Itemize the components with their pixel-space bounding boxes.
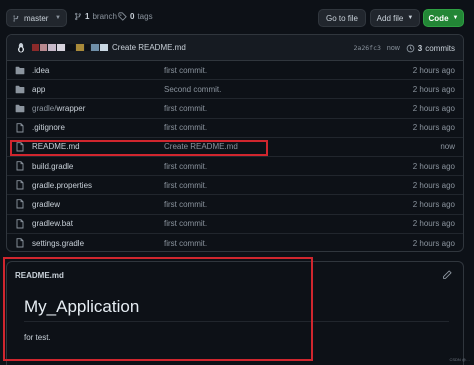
file-row-app[interactable]: app Second commit. 2 hours ago — [7, 80, 463, 100]
file-age: 2 hours ago — [412, 199, 455, 209]
file-commit-message[interactable]: Create README.md — [164, 142, 238, 151]
file-age: 2 hours ago — [412, 219, 455, 229]
watermark: CSDN @… — [449, 357, 470, 362]
file-name[interactable]: gradlew.bat — [32, 219, 73, 228]
chevron-down-icon: ▼ — [407, 15, 414, 21]
folder-icon — [15, 65, 25, 75]
file-name[interactable]: build.gradle — [32, 162, 73, 171]
file-age: 2 hours ago — [412, 123, 455, 133]
file-commit-message[interactable]: first commit. — [164, 219, 207, 228]
divider — [24, 321, 449, 322]
file-icon — [15, 142, 25, 152]
go-to-file-label: Go to file — [325, 13, 358, 23]
branches-label: branch — [92, 12, 117, 21]
file-row-settings-gradle[interactable]: settings.gradle first commit. 2 hours ag… — [7, 234, 463, 251]
file-row-gradlew[interactable]: gradlew first commit. 2 hours ago — [7, 195, 463, 215]
commit-sha[interactable]: 2a26fc3 — [354, 44, 381, 52]
file-commit-message[interactable]: first commit. — [164, 162, 207, 171]
file-icon — [15, 238, 25, 248]
tags-count: 0 — [130, 12, 135, 21]
file-row-gradlew-bat[interactable]: gradlew.bat first commit. 2 hours ago — [7, 215, 463, 234]
chevron-down-icon: ▼ — [452, 15, 459, 21]
commits-link[interactable]: 3 commits — [406, 44, 455, 53]
file-browser: Create README.md 2a26fc3 now 3 commits .… — [6, 34, 464, 252]
file-age: 2 hours ago — [412, 103, 455, 113]
branches-count: 1 — [85, 12, 90, 21]
chevron-down-icon: ▼ — [55, 15, 61, 21]
file-icon — [15, 161, 25, 171]
file-commit-message[interactable]: first commit. — [164, 239, 207, 248]
add-file-button[interactable]: Add file ▼ — [370, 9, 420, 27]
git-branch-icon — [75, 12, 81, 21]
go-to-file-button[interactable]: Go to file — [318, 9, 366, 27]
file-icon — [15, 199, 25, 209]
commits-count: 3 — [417, 43, 423, 53]
file-name[interactable]: gradle.properties — [32, 181, 92, 190]
tag-icon — [118, 12, 127, 21]
redacted-username — [32, 44, 109, 51]
file-name[interactable]: settings.gradle — [32, 239, 84, 248]
file-age: 2 hours ago — [412, 84, 455, 94]
pencil-icon[interactable] — [442, 270, 452, 280]
file-age: 2 hours ago — [412, 65, 455, 75]
file-commit-message[interactable]: first commit. — [164, 66, 207, 75]
branch-name: master — [24, 13, 49, 23]
readme-header: README.md — [7, 262, 463, 288]
file-age: now — [440, 142, 455, 152]
file-name[interactable]: gradlew — [32, 200, 60, 209]
tags-link[interactable]: 0 tags — [118, 12, 153, 21]
file-name[interactable]: README.md — [32, 142, 80, 151]
file-row-build-gradle[interactable]: build.gradle first commit. 2 hours ago — [7, 157, 463, 177]
code-button[interactable]: Code ▼ — [423, 9, 464, 27]
file-row-idea[interactable]: .idea first commit. 2 hours ago — [7, 61, 463, 81]
history-icon — [406, 44, 415, 52]
file-row-gradle-wrapper[interactable]: gradle/wrapper first commit. 2 hours ago — [7, 99, 463, 119]
readme-filename[interactable]: README.md — [15, 271, 64, 280]
git-branch-icon — [13, 14, 19, 22]
branch-select-button[interactable]: master ▼ — [6, 9, 67, 27]
folder-icon — [15, 103, 25, 113]
file-age: 2 hours ago — [412, 238, 455, 248]
file-path-prefix: gradle/ — [32, 103, 57, 113]
tags-label: tags — [137, 12, 153, 21]
add-file-label: Add file — [376, 13, 404, 23]
file-icon — [15, 218, 25, 229]
file-icon — [15, 122, 25, 133]
file-commit-message[interactable]: first commit. — [164, 123, 207, 132]
file-path-leaf: wrapper — [56, 103, 86, 113]
file-list: .idea first commit. 2 hours ago app Seco… — [7, 61, 463, 251]
folder-icon — [15, 84, 25, 94]
readme-panel: README.md My_Application for test. — [6, 261, 464, 365]
file-row-gitignore[interactable]: .gitignore first commit. 2 hours ago — [7, 119, 463, 138]
readme-body-text: for test. — [24, 333, 51, 342]
avatar[interactable] — [15, 42, 26, 53]
file-commit-message[interactable]: first commit. — [164, 104, 207, 113]
file-commit-message[interactable]: Second commit. — [164, 85, 221, 94]
file-row-readme[interactable]: README.md Create README.md now — [7, 138, 463, 157]
file-name[interactable]: .idea — [32, 66, 49, 75]
file-age: 2 hours ago — [412, 180, 455, 190]
file-icon — [15, 180, 25, 190]
file-commit-message[interactable]: first commit. — [164, 200, 207, 209]
code-label: Code — [428, 13, 449, 23]
file-name[interactable]: app — [32, 85, 45, 94]
commits-label: commits — [425, 43, 455, 53]
latest-commit-bar: Create README.md 2a26fc3 now 3 commits — [7, 35, 463, 61]
commit-time: now — [386, 44, 400, 52]
readme-heading: My_Application — [24, 297, 140, 316]
latest-commit-message[interactable]: Create README.md — [112, 43, 186, 52]
branches-link[interactable]: 1 branch — [74, 12, 117, 21]
file-name[interactable]: .gitignore — [32, 123, 65, 132]
file-name[interactable]: gradle/wrapper — [32, 104, 85, 113]
file-commit-message[interactable]: first commit. — [164, 181, 207, 190]
file-row-gradle-properties[interactable]: gradle.properties first commit. 2 hours … — [7, 176, 463, 196]
file-age: 2 hours ago — [412, 161, 455, 171]
